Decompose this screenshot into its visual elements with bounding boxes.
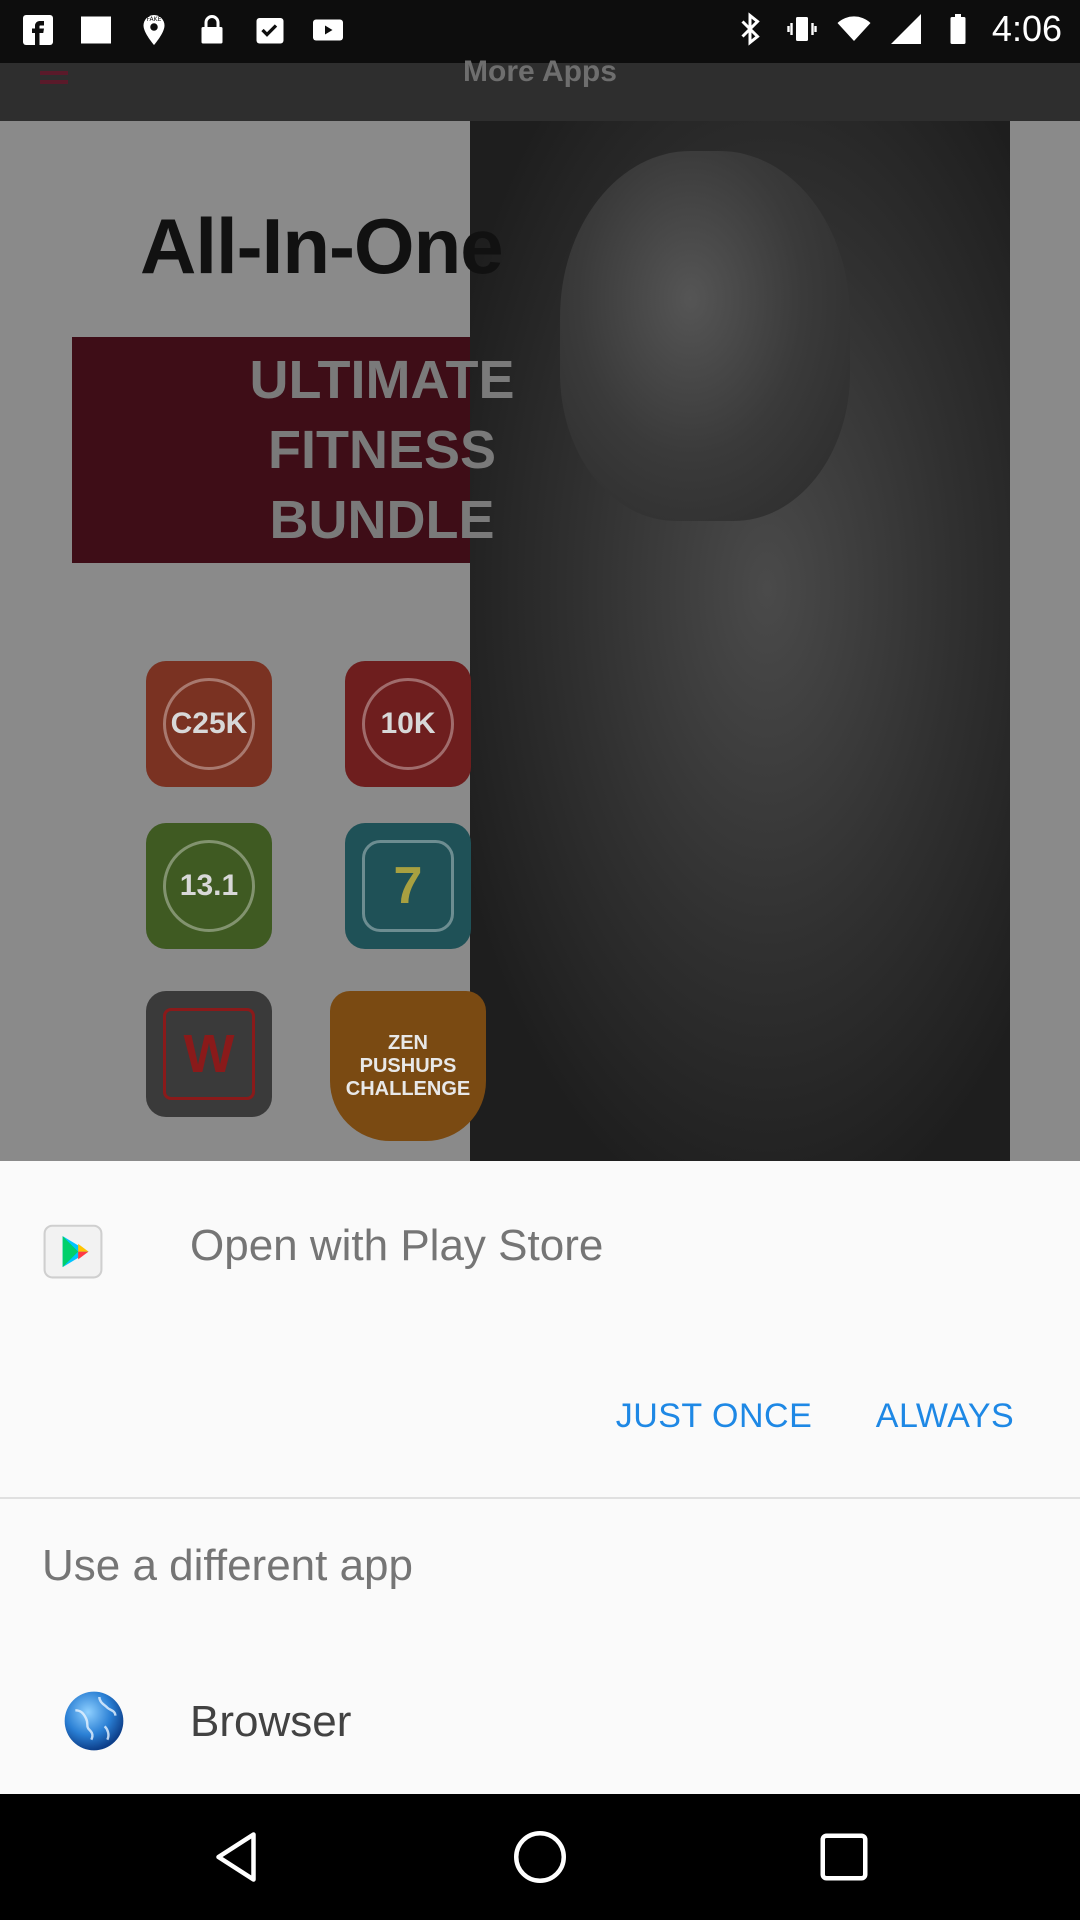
seven-app-tile: 7: [345, 823, 471, 949]
browser-label: Browser: [190, 1697, 352, 1746]
lock-icon: [194, 12, 230, 48]
workout-app-tile: W: [146, 991, 272, 1117]
play-store-option[interactable]: Open with Play Store JUST ONCE ALWAYS: [0, 1161, 1080, 1491]
promo-banner-text: ULTIMATE FITNESS BUNDLE: [72, 345, 692, 555]
half-marathon-app-tile: 13.1: [146, 823, 272, 949]
check-clipboard-icon: [252, 12, 288, 48]
browser-option[interactable]: Browser: [0, 1661, 1080, 1781]
signal-icon: [888, 11, 924, 47]
dialog-divider: [0, 1497, 1080, 1499]
workout-label: W: [163, 1008, 255, 1100]
wifi-icon: [836, 11, 872, 47]
10k-label: 10K: [362, 678, 454, 770]
back-icon[interactable]: [206, 1827, 266, 1887]
video-icon: [310, 12, 346, 48]
status-left-icons: FAKE: [20, 12, 346, 48]
status-bar: FAKE 4:06: [0, 0, 1080, 63]
half-marathon-label: 13.1: [163, 840, 255, 932]
always-button[interactable]: ALWAYS: [860, 1381, 1030, 1451]
status-time: 4:06: [991, 8, 1062, 49]
c25k-app-tile: C25K: [146, 661, 272, 787]
home-icon[interactable]: [510, 1827, 570, 1887]
status-right-icons: 4:06: [732, 8, 1062, 50]
c25k-label: C25K: [163, 678, 255, 770]
app-chooser-dialog: Open with Play Store JUST ONCE ALWAYS Us…: [0, 1161, 1080, 1794]
seven-label: 7: [362, 840, 454, 932]
promo-banner[interactable]: All-In-One ULTIMATE FITNESS BUNDLE C25K …: [0, 121, 1080, 1161]
recents-icon[interactable]: [814, 1827, 874, 1887]
app-bar-title: More Apps: [463, 55, 617, 88]
promo-banner-line: ULTIMATE: [249, 350, 515, 410]
play-store-icon: [43, 1224, 103, 1279]
bluetooth-icon: [732, 11, 768, 47]
promo-headline: All-In-One: [140, 202, 504, 290]
svg-text:FAKE: FAKE: [147, 16, 162, 23]
promo-banner-line: FITNESS: [267, 420, 497, 480]
use-different-app-heading: Use a different app: [42, 1541, 413, 1590]
battery-icon: [940, 11, 976, 47]
dialog-title: Open with Play Store: [190, 1221, 604, 1270]
pushups-app-tile: ZEN PUSHUPS CHALLENGE: [330, 991, 486, 1141]
promo-banner-line: BUNDLE: [269, 490, 495, 550]
facebook-icon: [20, 12, 56, 48]
vibrate-icon: [784, 11, 820, 47]
globe-icon: [64, 1691, 124, 1751]
app-bar: More Apps: [0, 55, 1080, 121]
navigation-bar: [0, 1794, 1080, 1920]
just-once-button[interactable]: JUST ONCE: [602, 1381, 826, 1451]
fake-gps-icon: FAKE: [136, 12, 172, 48]
image-icon: [78, 12, 114, 48]
10k-app-tile: 10K: [345, 661, 471, 787]
